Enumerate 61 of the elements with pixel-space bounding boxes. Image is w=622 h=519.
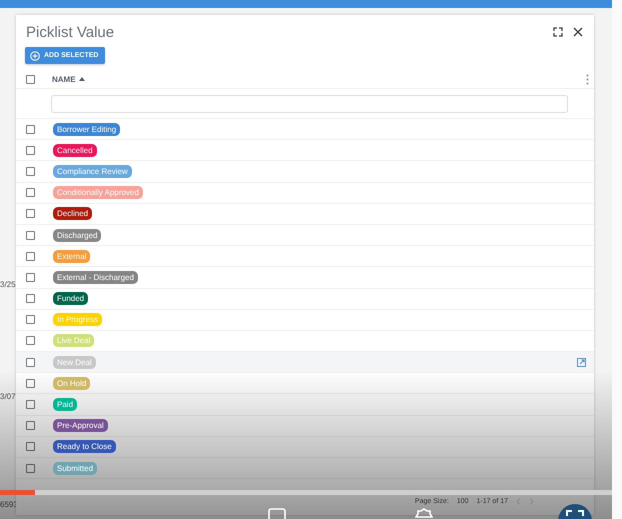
status-tag: Borrower Editing [53, 122, 120, 136]
fullscreen-icon[interactable] [552, 26, 564, 38]
row-checkbox[interactable] [26, 464, 35, 473]
close-icon[interactable] [572, 26, 584, 38]
subtitles-icon[interactable] [268, 508, 286, 519]
table-row[interactable]: Compliance Review [16, 161, 594, 183]
table-row[interactable]: Funded [16, 288, 594, 310]
status-tag: Live Deal [53, 334, 94, 348]
status-tag: Discharged [53, 228, 102, 242]
row-checkbox[interactable] [26, 378, 35, 388]
table-row[interactable]: Ready to Close [16, 436, 594, 458]
row-checkbox[interactable] [26, 252, 35, 261]
status-tag: Ready to Close [53, 440, 116, 454]
status-tag: On Hold [53, 376, 90, 390]
status-tag: External [53, 250, 90, 263]
date-text: 3/25 [0, 280, 16, 289]
status-tag: Pre-Approval [53, 419, 108, 432]
select-all-checkbox[interactable] [26, 74, 35, 84]
video-progress-bar[interactable] [0, 490, 612, 495]
table-row[interactable]: On Hold [16, 373, 594, 394]
row-checkbox[interactable] [26, 358, 35, 367]
column-menu-icon[interactable] [586, 74, 589, 84]
row-checkbox[interactable] [26, 188, 35, 198]
row-checkbox[interactable] [26, 146, 35, 155]
row-checkbox[interactable] [26, 272, 35, 282]
row-checkbox[interactable] [26, 336, 35, 346]
status-tag: Cancelled [53, 144, 97, 157]
table-row[interactable]: Conditionally Approved [16, 182, 594, 204]
table-row[interactable]: Cancelled [16, 140, 594, 162]
open-link-icon[interactable] [577, 358, 586, 367]
status-tag: Paid [53, 398, 78, 412]
row-checkbox[interactable] [26, 400, 35, 410]
date-text: 3/07 [0, 392, 16, 401]
table-row[interactable]: Submitted [16, 458, 594, 480]
row-checkbox[interactable] [26, 315, 35, 324]
table-row[interactable]: Discharged [16, 224, 594, 246]
table-row[interactable]: External [16, 246, 594, 268]
dialog-title: Picklist Value [26, 24, 116, 40]
status-tag: In Progress [53, 313, 102, 326]
table-row[interactable]: Borrower Editing [16, 119, 594, 140]
status-tag: Declined [53, 207, 92, 220]
status-tag: Compliance Review [53, 164, 132, 178]
status-tag: Funded [53, 292, 88, 306]
table-row[interactable]: External - Discharged [16, 267, 594, 288]
row-checkbox[interactable] [26, 124, 35, 134]
filter-field[interactable] [51, 94, 568, 112]
status-tag: Conditionally Approved [53, 186, 143, 200]
row-checkbox[interactable] [26, 442, 35, 452]
row-checkbox[interactable] [26, 209, 35, 218]
fullscreen-icon[interactable] [558, 504, 592, 519]
row-checkbox[interactable] [26, 421, 35, 430]
status-tag: Submitted [53, 462, 98, 475]
table-row[interactable]: Declined [16, 204, 594, 225]
row-checkbox[interactable] [26, 294, 35, 304]
add-circle-icon [30, 50, 40, 60]
table-row[interactable]: Paid [16, 394, 594, 416]
table-row[interactable]: Pre-Approval [16, 416, 594, 437]
row-checkbox[interactable] [26, 230, 35, 240]
status-tag: External - Discharged [53, 270, 138, 284]
row-checkbox[interactable] [26, 166, 35, 176]
name-column-header[interactable]: NAME [52, 74, 85, 84]
